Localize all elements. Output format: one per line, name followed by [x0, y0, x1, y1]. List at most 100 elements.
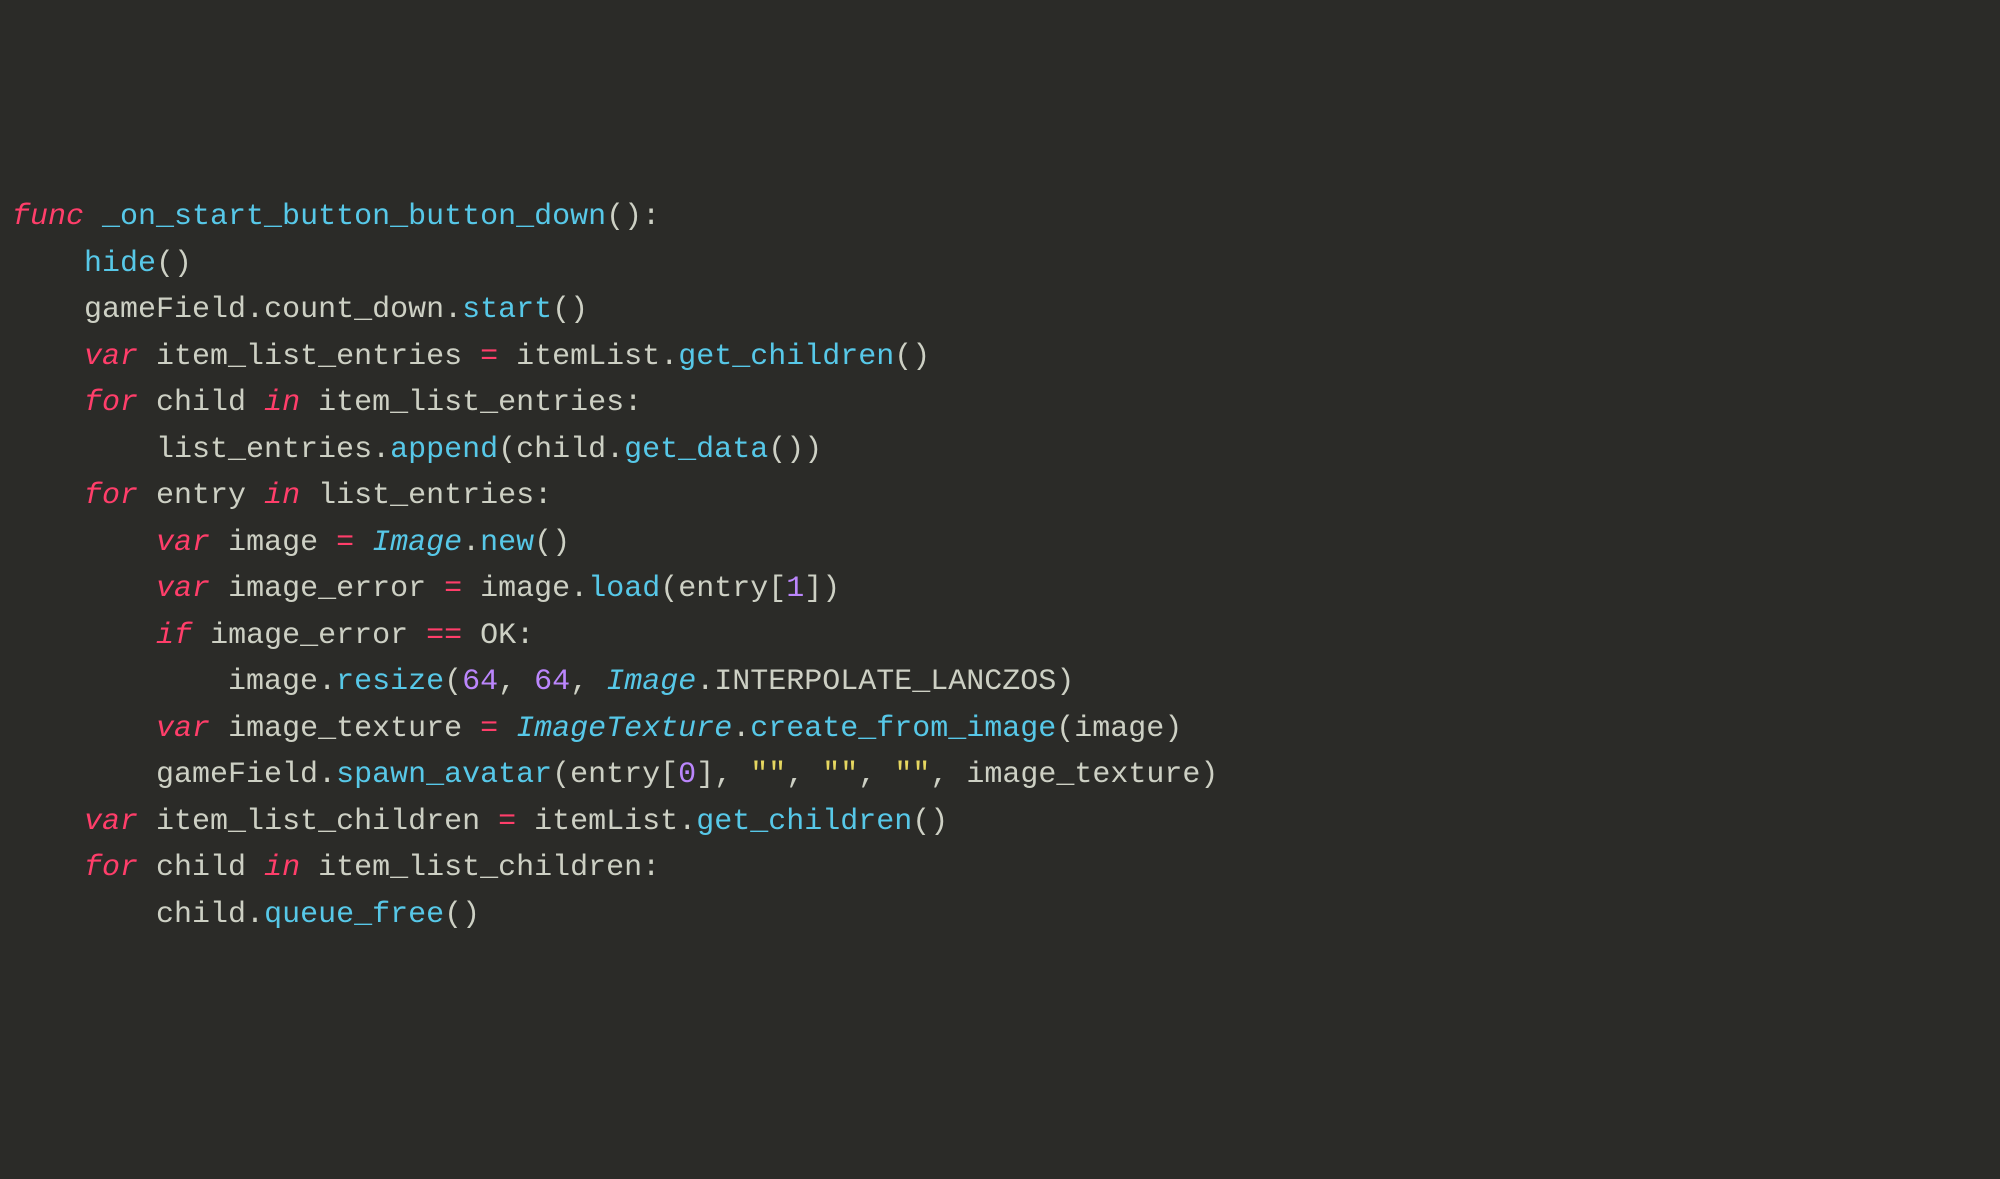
paren-open: ( — [660, 572, 678, 606]
identifier: image_texture — [966, 758, 1200, 792]
identifier: image_error — [210, 619, 408, 653]
identifier: entry — [156, 479, 246, 513]
paren-open: ( — [498, 433, 516, 467]
code-line: var image = Image.new() — [12, 520, 1988, 567]
number: 64 — [534, 665, 570, 699]
paren-close: ) — [786, 433, 804, 467]
operator-eq: = — [480, 340, 498, 374]
code-line: var item_list_children = itemList.get_ch… — [12, 799, 1988, 846]
code-line: for child in item_list_children: — [12, 845, 1988, 892]
identifier: image_texture — [228, 712, 462, 746]
colon: : — [516, 619, 534, 653]
call-hide: hide — [84, 247, 156, 281]
identifier: image — [480, 572, 570, 606]
call-load: load — [588, 572, 660, 606]
identifier: image — [228, 665, 318, 699]
keyword-for: for — [84, 386, 138, 420]
keyword-if: if — [156, 619, 192, 653]
comma: , — [570, 665, 588, 699]
constant-ok: OK — [480, 619, 516, 653]
call-start: start — [462, 293, 552, 327]
dot: . — [318, 665, 336, 699]
code-line: for entry in list_entries: — [12, 473, 1988, 520]
paren-close: ) — [930, 805, 948, 839]
string-literal: "" — [894, 758, 930, 792]
call-create-from-image: create_from_image — [750, 712, 1056, 746]
dot: . — [318, 758, 336, 792]
keyword-for: for — [84, 851, 138, 885]
operator-eq: = — [444, 572, 462, 606]
identifier: itemList — [516, 340, 660, 374]
type-image: Image — [606, 665, 696, 699]
code-line: child.queue_free() — [12, 892, 1988, 939]
paren-open: ( — [552, 293, 570, 327]
identifier: item_list_entries — [156, 340, 462, 374]
paren-open: ( — [534, 526, 552, 560]
bracket-close: ] — [804, 572, 822, 606]
paren-open: ( — [444, 898, 462, 932]
identifier: item_list_children — [156, 805, 480, 839]
code-line: for child in item_list_entries: — [12, 380, 1988, 427]
paren-open: ( — [768, 433, 786, 467]
paren-open: ( — [894, 340, 912, 374]
call-new: new — [480, 526, 534, 560]
identifier: item_list_children — [318, 851, 642, 885]
identifier: item_list_entries — [318, 386, 624, 420]
type-image: Image — [372, 526, 462, 560]
code-editor[interactable]: func _on_start_button_button_down(): hid… — [12, 194, 1988, 938]
call-spawn-avatar: spawn_avatar — [336, 758, 552, 792]
keyword-var: var — [156, 526, 210, 560]
code-line: hide() — [12, 241, 1988, 288]
number: 1 — [786, 572, 804, 606]
call-get-children: get_children — [696, 805, 912, 839]
bracket-open: [ — [768, 572, 786, 606]
paren-open: ( — [912, 805, 930, 839]
code-line: var image_texture = ImageTexture.create_… — [12, 706, 1988, 753]
comma: , — [930, 758, 948, 792]
dot: . — [462, 526, 480, 560]
code-line: image.resize(64, 64, Image.INTERPOLATE_L… — [12, 659, 1988, 706]
paren-open: ( — [156, 247, 174, 281]
code-line: func _on_start_button_button_down(): — [12, 194, 1988, 241]
identifier: entry — [678, 572, 768, 606]
identifier: image_error — [228, 572, 426, 606]
dot: . — [732, 712, 750, 746]
keyword-in: in — [264, 386, 300, 420]
comma: , — [786, 758, 804, 792]
colon: : — [642, 851, 660, 885]
paren-close: ) — [1164, 712, 1182, 746]
comma: , — [858, 758, 876, 792]
identifier: list_entries — [318, 479, 534, 513]
code-line: if image_error == OK: — [12, 613, 1988, 660]
colon: : — [624, 386, 642, 420]
keyword-for: for — [84, 479, 138, 513]
keyword-var: var — [84, 805, 138, 839]
identifier: image — [228, 526, 318, 560]
comma: , — [714, 758, 732, 792]
identifier: image — [1074, 712, 1164, 746]
code-line: var item_list_entries = itemList.get_chi… — [12, 334, 1988, 381]
keyword-var: var — [156, 712, 210, 746]
dot: . — [606, 433, 624, 467]
paren-close: ) — [462, 898, 480, 932]
operator-eqeq: == — [426, 619, 462, 653]
paren-close: ) — [804, 433, 822, 467]
identifier: child — [156, 898, 246, 932]
identifier: itemList — [534, 805, 678, 839]
identifier: child — [156, 386, 246, 420]
bracket-open: [ — [660, 758, 678, 792]
call-get-data: get_data — [624, 433, 768, 467]
dot: . — [246, 293, 264, 327]
call-resize: resize — [336, 665, 444, 699]
dot: . — [372, 433, 390, 467]
identifier: list_entries — [156, 433, 372, 467]
paren-close: ) — [624, 200, 642, 234]
code-line: var image_error = image.load(entry[1]) — [12, 566, 1988, 613]
dot: . — [246, 898, 264, 932]
identifier: child — [516, 433, 606, 467]
keyword-in: in — [264, 479, 300, 513]
identifier: child — [156, 851, 246, 885]
call-queue-free: queue_free — [264, 898, 444, 932]
identifier: count_down — [264, 293, 444, 327]
type-image-texture: ImageTexture — [516, 712, 732, 746]
